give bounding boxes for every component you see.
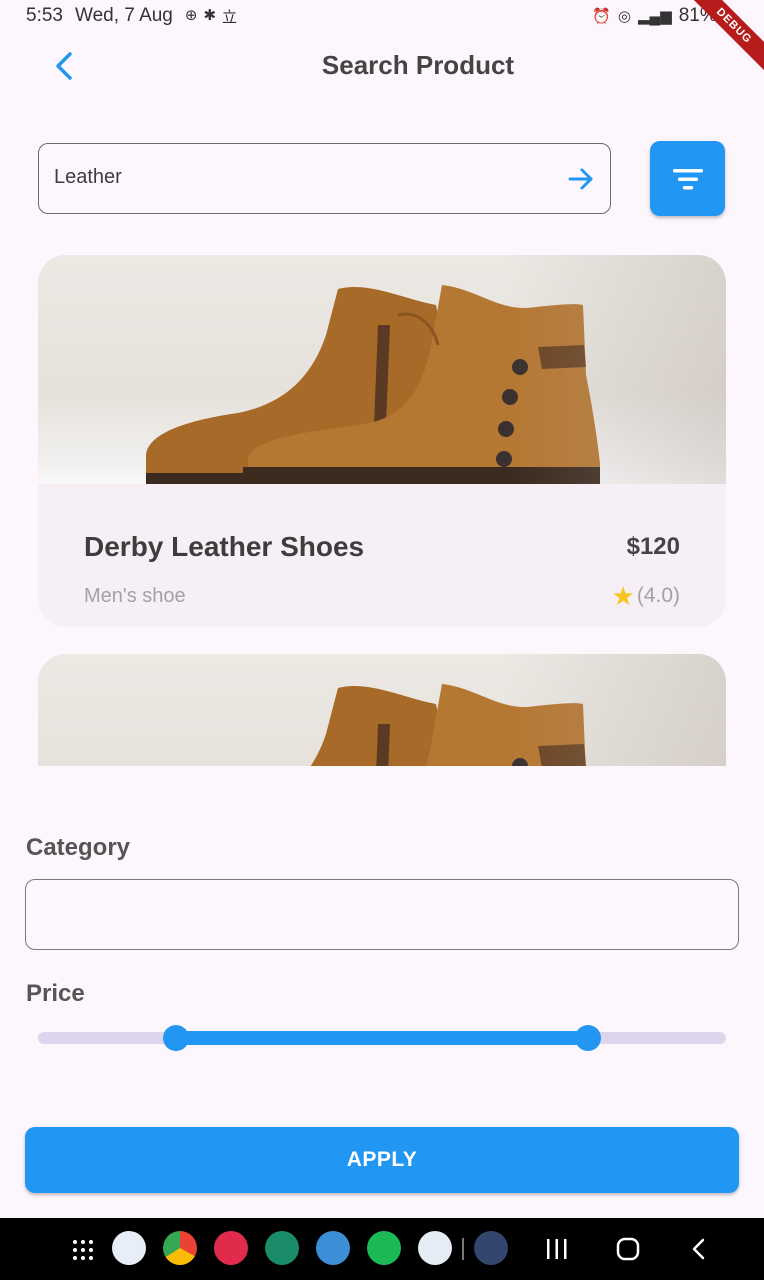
star-icon: ★ (611, 581, 635, 611)
bug-icon: ✱ (203, 6, 217, 24)
category-label: Category (26, 834, 131, 861)
notification-icons: ⊕ ✱ 立 (185, 6, 237, 27)
product-subtitle: Men's shoe (84, 585, 186, 607)
app-bar: Search Product (0, 40, 764, 92)
phone-app-icon[interactable] (112, 1231, 146, 1265)
product-image (38, 654, 726, 766)
product-results-list[interactable]: Derby Leather Shoes $120 Men's shoe ★ (4… (38, 255, 726, 766)
category-field[interactable] (25, 879, 739, 950)
product-rating: ★ (4.0) (612, 583, 681, 609)
app-notification-icon: 立 (222, 8, 238, 26)
hotspot-icon: ◎ (617, 8, 631, 25)
recent-apps-icon[interactable] (545, 1238, 569, 1260)
status-date: Wed, 7 Aug (74, 5, 173, 26)
app-drawer-icon[interactable] (72, 1239, 94, 1261)
price-range-slider[interactable] (38, 1020, 726, 1056)
product-card[interactable]: Derby Leather Shoes $120 Men's shoe ★ (4… (38, 255, 726, 627)
arrow-right-icon (568, 168, 593, 190)
alarm-icon: ⏰ (592, 8, 611, 25)
product-name: Derby Leather Shoes (84, 531, 365, 562)
signal-icon: ▂▄▆ (638, 8, 672, 25)
status-bar: 5:53 Wed, 7 Aug ⊕ ✱ 立 ⏰ ◎ ▂▄▆ 81% ▮ (0, 0, 764, 32)
slider-thumb-min[interactable] (162, 1025, 189, 1051)
product-price: $120 (626, 533, 680, 560)
filter-icon (672, 168, 703, 189)
page-title: Search Product (321, 50, 515, 80)
spotify-app-icon[interactable] (367, 1231, 401, 1265)
product-rating-value: (4.0) (636, 584, 680, 607)
chrome-app-icon[interactable] (163, 1231, 197, 1265)
status-time: 5:53 (26, 5, 63, 26)
vpn-app-icon[interactable] (214, 1231, 248, 1265)
status-left: 5:53 Wed, 7 Aug ⊕ ✱ 立 (26, 5, 237, 27)
apply-button[interactable]: APPLY (25, 1127, 739, 1193)
product-image (38, 255, 726, 484)
search-input[interactable]: Leather (38, 143, 611, 214)
boots-illustration (310, 684, 586, 766)
nav-separator (462, 1238, 464, 1260)
filter-button[interactable] (650, 141, 725, 216)
files-app-icon[interactable] (316, 1231, 350, 1265)
search-submit-button[interactable] (566, 164, 596, 194)
system-nav-bar (0, 1218, 764, 1280)
home-icon[interactable] (616, 1237, 640, 1261)
search-input-value: Leather (54, 166, 122, 188)
back-nav-icon[interactable] (690, 1238, 708, 1260)
recent-app-icon[interactable] (474, 1231, 508, 1265)
slider-active-range (175, 1031, 589, 1045)
price-label: Price (26, 980, 85, 1007)
boots-illustration (146, 285, 600, 484)
product-card[interactable] (38, 654, 726, 766)
compass-icon: ⊕ (184, 6, 198, 24)
messages-app-icon[interactable] (418, 1231, 452, 1265)
slider-thumb-max[interactable] (575, 1025, 602, 1051)
health-app-icon[interactable] (265, 1231, 299, 1265)
